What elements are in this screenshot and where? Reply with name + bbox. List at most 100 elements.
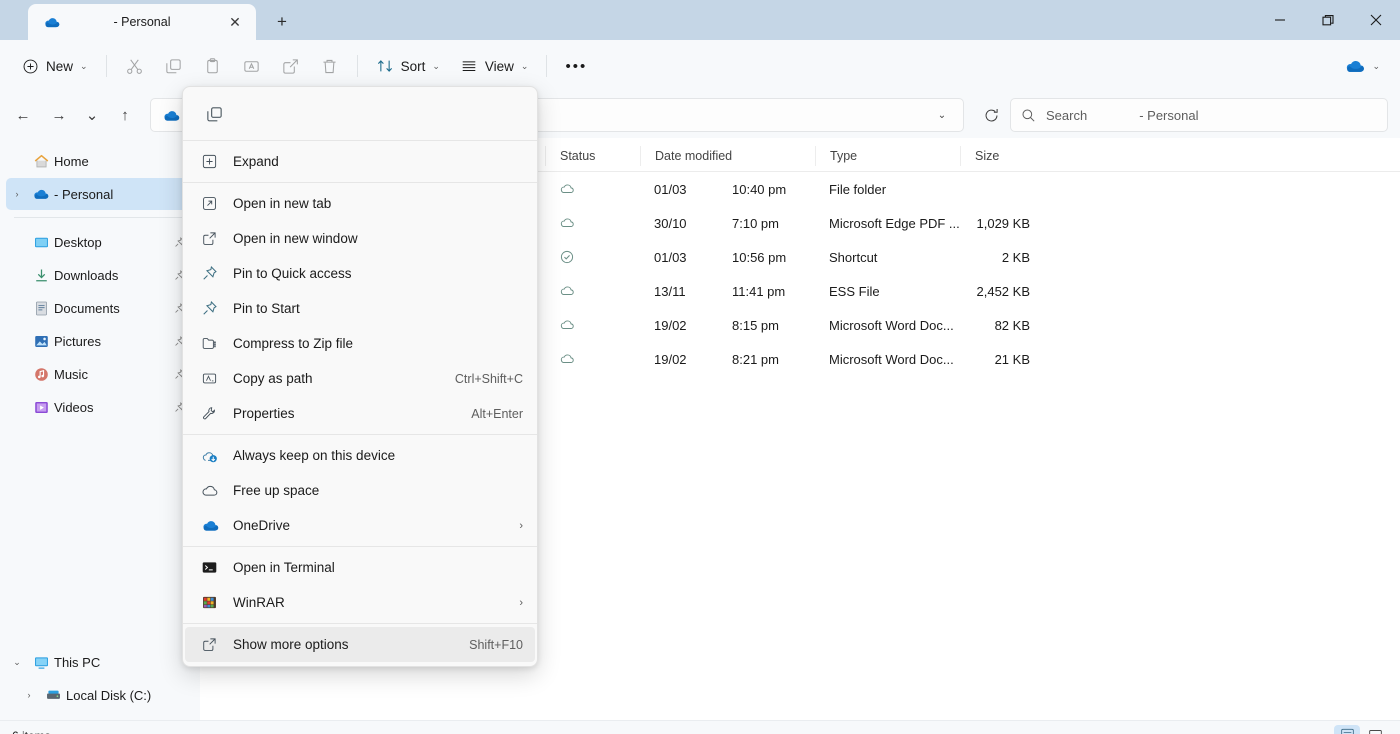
chevron-right-icon[interactable]: ›	[6, 189, 28, 199]
menu-item-free-up-space[interactable]: Free up space	[185, 473, 535, 508]
menu-item-copy-as-path[interactable]: Copy as path Ctrl+Shift+C	[185, 361, 535, 396]
menu-item-pin-to-quick-access[interactable]: Pin to Quick access	[185, 256, 535, 291]
file-type-cell: Shortcut	[815, 250, 960, 265]
menu-item-label: WinRAR	[233, 595, 505, 610]
minimize-button[interactable]	[1256, 0, 1304, 40]
sort-button[interactable]: Sort ⌄	[366, 49, 450, 83]
file-type-cell: Microsoft Edge PDF ...	[815, 216, 960, 231]
show-more-options-icon	[201, 636, 233, 653]
file-size-cell: 2 KB	[960, 250, 1060, 265]
maximize-restore-button[interactable]	[1304, 0, 1352, 40]
sidebar-item-downloads[interactable]: Downloads	[6, 259, 194, 291]
sidebar-item-label: Home	[54, 154, 174, 169]
sidebar-item-home[interactable]: Home	[6, 145, 194, 177]
open-new-tab-icon	[201, 195, 233, 212]
properties-wrench-icon	[201, 405, 233, 422]
sidebar-item-music[interactable]: Music	[6, 358, 194, 390]
menu-item-label: Open in Terminal	[233, 560, 523, 575]
divider	[14, 217, 186, 218]
title-bar: - Personal ✕ +	[0, 0, 1400, 40]
column-header-size[interactable]: Size	[960, 146, 1060, 166]
time-value: 8:15 pm	[732, 318, 779, 333]
item-count-label: 6 items	[12, 729, 51, 734]
back-button[interactable]: ←	[6, 98, 40, 132]
sidebar-item-pictures[interactable]: Pictures	[6, 325, 194, 357]
menu-item-winrar[interactable]: WinRAR ›	[185, 585, 535, 620]
sidebar-item-documents[interactable]: Documents	[6, 292, 194, 324]
more-options-button[interactable]: •••	[555, 49, 597, 83]
search-placeholder-suffix: - Personal	[1139, 108, 1198, 123]
sidebar-item-desktop[interactable]: Desktop	[6, 226, 194, 258]
open-new-window-icon	[201, 230, 233, 247]
new-button[interactable]: New ⌄	[12, 49, 98, 83]
sidebar-item-onedrive-personal[interactable]: › - Personal	[6, 178, 194, 210]
menu-item-open-in-terminal[interactable]: Open in Terminal	[185, 550, 535, 585]
sort-button-label: Sort	[401, 59, 426, 74]
context-menu: Expand Open in new tab Open in new wi	[182, 86, 538, 667]
chevron-down-icon: ⌄	[1372, 61, 1380, 72]
divider	[357, 55, 358, 77]
menu-item-shortcut: Alt+Enter	[471, 407, 523, 421]
search-input[interactable]: Search - Personal	[1010, 98, 1388, 132]
rename-button[interactable]	[232, 49, 271, 83]
chevron-down-icon[interactable]: ⌄	[6, 657, 28, 668]
copy-button[interactable]	[199, 99, 229, 129]
menu-item-properties[interactable]: Properties Alt+Enter	[185, 396, 535, 431]
date-modified-cell: 19/02 8:15 pm	[640, 318, 815, 333]
view-button[interactable]: View ⌄	[450, 49, 539, 83]
menu-item-expand[interactable]: Expand	[185, 144, 535, 179]
chevron-right-icon[interactable]: ›	[18, 690, 40, 700]
divider	[546, 55, 547, 77]
large-icons-view-icon	[1368, 728, 1383, 734]
chevron-down-icon: ⌄	[80, 61, 88, 72]
forward-button[interactable]: →	[42, 98, 76, 132]
refresh-button[interactable]	[974, 98, 1008, 132]
pin-icon	[201, 300, 233, 317]
chevron-down-icon: ⌄	[432, 61, 440, 72]
menu-item-show-more-options[interactable]: Show more options Shift+F10	[185, 627, 535, 662]
paste-button[interactable]	[193, 49, 232, 83]
new-tab-button[interactable]: +	[266, 6, 298, 38]
divider	[183, 546, 537, 547]
column-header-status[interactable]: Status	[545, 146, 640, 166]
file-size-cell: 1,029 KB	[960, 216, 1060, 231]
window-controls	[1256, 0, 1400, 40]
sidebar-item-videos[interactable]: Videos	[6, 391, 194, 423]
file-size-cell: 21 KB	[960, 352, 1060, 367]
menu-item-open-in-new-window[interactable]: Open in new window	[185, 221, 535, 256]
divider	[183, 140, 537, 141]
cloud-outline-icon	[559, 181, 575, 197]
recent-locations-button[interactable]: ⌄	[78, 98, 106, 132]
view-button-label: View	[485, 59, 514, 74]
refresh-icon	[983, 107, 1000, 124]
menu-item-label: Always keep on this device	[233, 448, 523, 463]
details-view-button[interactable]	[1334, 725, 1360, 734]
menu-item-pin-to-start[interactable]: Pin to Start	[185, 291, 535, 326]
onedrive-status-button[interactable]: ⌄	[1336, 49, 1388, 83]
column-header-date-modified[interactable]: Date modified	[640, 146, 815, 166]
large-icons-view-button[interactable]	[1362, 725, 1388, 734]
share-button[interactable]	[271, 49, 310, 83]
copy-button[interactable]	[154, 49, 193, 83]
desktop-icon	[28, 234, 54, 251]
check-circle-icon	[559, 249, 575, 265]
menu-item-label: Properties	[233, 406, 459, 421]
up-button[interactable]: ↑	[108, 98, 142, 132]
menu-item-open-in-new-tab[interactable]: Open in new tab	[185, 186, 535, 221]
menu-item-onedrive[interactable]: OneDrive ›	[185, 508, 535, 543]
close-icon[interactable]: ✕	[222, 9, 248, 35]
chevron-down-icon[interactable]: ⌄	[927, 110, 957, 121]
cut-button[interactable]	[115, 49, 154, 83]
zip-folder-icon	[201, 335, 233, 352]
context-menu-icon-row	[183, 91, 537, 137]
delete-button[interactable]	[310, 49, 349, 83]
column-header-type[interactable]: Type	[815, 146, 960, 166]
sidebar-item-local-disk-c[interactable]: › Local Disk (C:)	[18, 679, 194, 711]
close-window-button[interactable]	[1352, 0, 1400, 40]
tab-personal[interactable]: - Personal ✕	[28, 4, 256, 40]
status-badge	[545, 215, 640, 231]
sidebar-item-this-pc[interactable]: ⌄ This PC	[6, 646, 194, 678]
menu-item-always-keep-on-device[interactable]: Always keep on this device	[185, 438, 535, 473]
menu-item-compress-to-zip[interactable]: Compress to Zip file	[185, 326, 535, 361]
date-value: 19/02	[654, 318, 732, 333]
